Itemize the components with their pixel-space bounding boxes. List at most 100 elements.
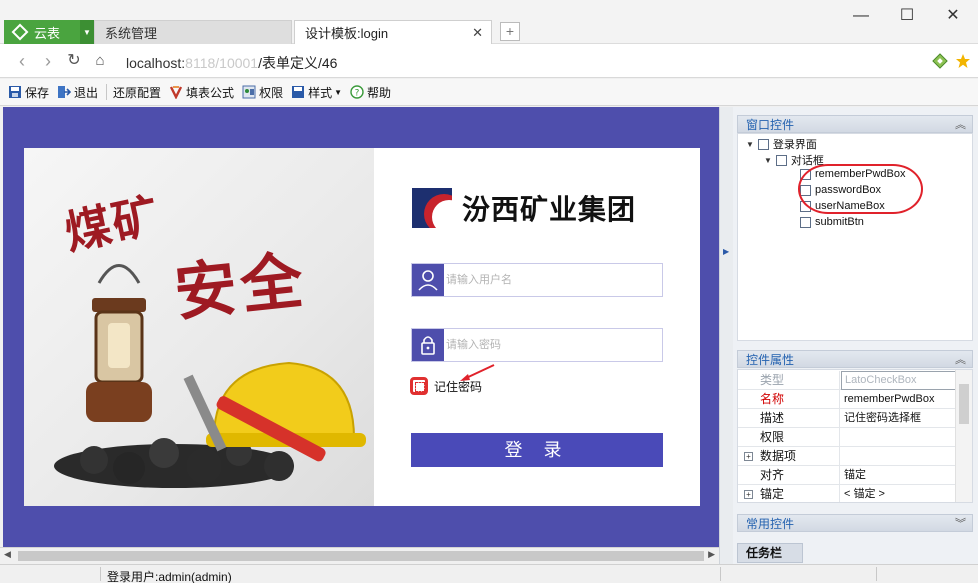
toolbar-divider [106, 84, 108, 100]
collapse-chevron-icon[interactable]: ︽ [955, 351, 966, 369]
scroll-left-icon[interactable]: ◀ [4, 549, 11, 560]
design-canvas[interactable]: 煤矿 安全 汾西矿业集团 请输入用户名 记住密码 登 录 [3, 107, 719, 547]
tree-node-login-screen[interactable]: ▼ 登录界面 [746, 136, 817, 152]
chevron-down-icon[interactable]: ▼ [80, 20, 94, 44]
exit-button[interactable]: 退出 [57, 84, 98, 101]
save-label: 保存 [25, 85, 50, 100]
logged-in-user: 登录用户:admin(admin) [107, 570, 232, 583]
save-icon [9, 86, 21, 98]
maximize-button[interactable]: ☐ [897, 6, 917, 26]
restore-label: 还原配置 [113, 85, 162, 100]
property-row-data-items[interactable]: + 数据项 [738, 447, 956, 466]
forward-arrow-icon[interactable]: › [38, 51, 58, 71]
property-value[interactable]: LatoCheckBox [841, 371, 956, 390]
panel-splitter[interactable]: ▶ [719, 107, 733, 564]
url-host: localhost: [126, 55, 186, 71]
property-key: 权限 [738, 428, 840, 447]
url-field[interactable]: localhost:8118/10001/表单定义/46 [126, 53, 337, 73]
formula-icon [169, 86, 183, 99]
extension-diamond-icon[interactable] [932, 53, 948, 69]
home-icon[interactable]: ⌂ [90, 51, 110, 71]
canvas-horizontal-scrollbar[interactable]: ◀ ▶ [0, 547, 719, 564]
help-icon: ? [350, 85, 364, 99]
username-input[interactable] [446, 264, 656, 296]
minimize-button[interactable]: — [851, 6, 871, 26]
tab-system-management[interactable]: 系统管理 [94, 20, 292, 44]
new-tab-button[interactable]: + [500, 22, 520, 41]
app-tab-label: 云表 [34, 25, 61, 41]
taskbar-tab[interactable]: 任务栏 [737, 543, 803, 563]
yunbiao-logo-icon [11, 23, 29, 41]
tab-label: 设计模板:login [305, 26, 389, 41]
property-key: 名称 [738, 390, 840, 409]
login-dialog-preview[interactable]: 煤矿 安全 汾西矿业集团 请输入用户名 记住密码 登 录 [24, 148, 700, 506]
property-row-description[interactable]: 描述 记住密码选择框 [738, 409, 956, 428]
property-row-anchor[interactable]: + 锚定 < 锚定 > [738, 485, 956, 502]
common-controls-header[interactable]: 常用控件 ︾ [737, 514, 973, 532]
property-row-type[interactable]: 类型 LatoCheckBox [738, 371, 956, 390]
style-menu-button[interactable]: 样式 ▼ [291, 84, 342, 101]
property-key: 对齐 [738, 466, 840, 485]
window-close-button[interactable]: ✕ [943, 6, 963, 26]
tab-design-template[interactable]: 设计模板:login ✕ [294, 20, 492, 44]
checkbox-selected-handle[interactable] [410, 377, 428, 395]
control-tree: ▼ 登录界面 ▼ 对话框 rememberPwdBox passwordBox … [737, 133, 973, 341]
save-button[interactable]: 保存 [8, 84, 49, 101]
style-label: 样式 [308, 85, 333, 100]
property-row-align[interactable]: 对齐 锚定 [738, 466, 956, 485]
window-node-icon [757, 138, 769, 150]
exit-icon [58, 86, 72, 98]
scrollbar-thumb[interactable] [959, 384, 969, 424]
username-field[interactable] [411, 263, 663, 297]
property-key: 类型 [738, 371, 840, 390]
property-grid: 类型 LatoCheckBox 名称 rememberPwdBox 描述 记住密… [737, 369, 973, 503]
permission-icon [242, 85, 256, 99]
permission-button[interactable]: 权限 [242, 84, 283, 101]
help-button[interactable]: ? 帮助 [350, 84, 391, 101]
property-value[interactable]: < 锚定 > [841, 485, 956, 502]
status-bar: 登录用户:admin(admin) [0, 564, 978, 583]
tab-label: 系统管理 [105, 26, 158, 41]
tree-expand-icon[interactable]: ▼ [746, 140, 754, 149]
app-tab-yunbiao[interactable]: 云表 ▼ [4, 20, 94, 44]
control-properties-title: 控件属性 [746, 353, 795, 367]
back-arrow-icon[interactable]: ‹ [12, 51, 32, 71]
property-value[interactable] [841, 428, 956, 447]
star-icon[interactable] [955, 53, 971, 69]
tree-node-submit-btn[interactable]: submitBtn [800, 216, 864, 228]
browser-tab-bar: 云表 ▼ 系统管理 设计模板:login ✕ + — ☐ ✕ [0, 0, 978, 44]
scrollbar-thumb[interactable] [18, 551, 704, 561]
close-icon[interactable]: ✕ [472, 25, 483, 41]
splitter-grip-icon[interactable]: ▶ [723, 247, 729, 256]
property-value[interactable]: rememberPwdBox [841, 390, 956, 409]
designer-toolbar: 保存 退出 还原配置 填表公式 权限 样式 ▼ ? 帮助 [0, 79, 978, 106]
property-value[interactable]: 锚定 [841, 466, 956, 485]
status-divider [100, 567, 101, 581]
password-field[interactable] [411, 328, 663, 362]
window-controls-title: 窗口控件 [746, 118, 795, 132]
property-value[interactable]: 记住密码选择框 [841, 409, 956, 428]
status-divider [720, 567, 721, 581]
tree-expand-icon[interactable]: ▼ [764, 156, 772, 165]
login-button[interactable]: 登 录 [411, 433, 663, 467]
control-properties-header[interactable]: 控件属性 ︽ [737, 350, 973, 368]
property-key: 数据项 [738, 447, 840, 466]
window-controls-header[interactable]: 窗口控件 ︽ [737, 115, 973, 133]
red-highlight-ellipse [798, 164, 923, 214]
property-row-name[interactable]: 名称 rememberPwdBox [738, 390, 956, 409]
exit-label: 退出 [74, 85, 99, 100]
scroll-right-icon[interactable]: ▶ [708, 549, 715, 560]
reload-icon[interactable]: ↻ [64, 51, 84, 71]
formula-label: 填表公式 [186, 85, 235, 100]
formula-button[interactable]: 填表公式 [169, 84, 234, 101]
lantern-helmet-illustration [54, 264, 366, 488]
expand-chevron-icon[interactable]: ︾ [955, 515, 966, 533]
company-emblem-icon [412, 188, 452, 228]
property-row-permission[interactable]: 权限 [738, 428, 956, 447]
collapse-chevron-icon[interactable]: ︽ [955, 116, 966, 134]
property-vertical-scrollbar[interactable] [955, 370, 972, 502]
property-value[interactable] [841, 447, 956, 466]
password-input[interactable] [446, 329, 656, 361]
restore-config-button[interactable]: 还原配置 [113, 84, 161, 101]
safety-banner-image: 煤矿 安全 [24, 148, 374, 506]
